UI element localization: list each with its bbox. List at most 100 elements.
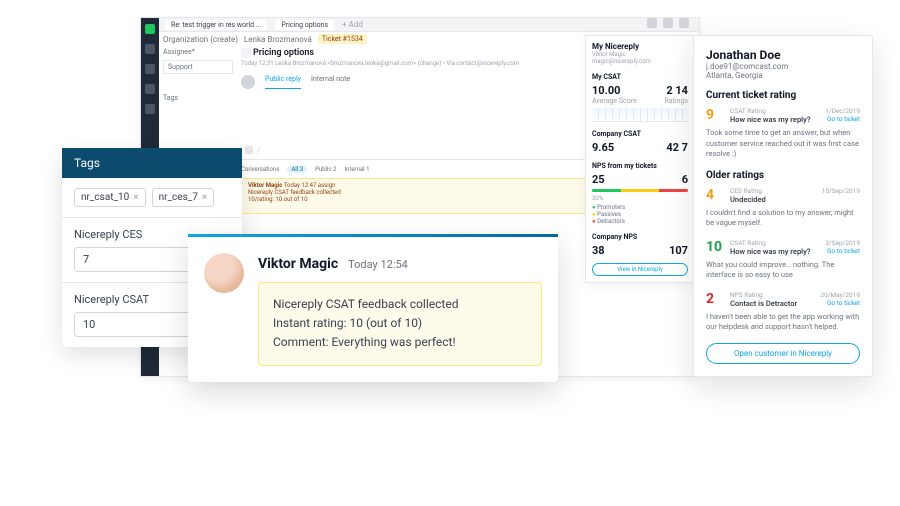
chip-label: nr_ces_7 (159, 192, 198, 203)
rating-comment: What you could improve… nothing. The int… (706, 260, 860, 281)
more-icon[interactable] (663, 18, 673, 28)
feedback-message: Nicereply CSAT feedback collected Instan… (258, 282, 542, 366)
ticket-left-column: Assignee* Support Tags (163, 48, 233, 102)
reports-icon[interactable] (145, 84, 155, 94)
rating-type: NPS Rating (730, 291, 814, 299)
search-icon[interactable] (647, 18, 657, 28)
rating-type: CSAT Rating (730, 239, 819, 247)
np-ratings-label: Ratings (664, 97, 688, 105)
np-csat-heading: My CSAT (592, 73, 688, 81)
go-to-ticket-link[interactable]: Go to ticket (827, 115, 860, 123)
left-tags-label: Tags (163, 94, 233, 102)
feed-author: Viktor Magic (248, 182, 282, 189)
rating-date: 2/Sep/2019 (825, 239, 860, 247)
my-nicereply-panel: My Nicereply Viktor Magic magic@nicerepl… (585, 35, 695, 283)
add-tab[interactable]: + Add (342, 20, 363, 29)
avatar (204, 253, 244, 293)
rating-row: 9 CSAT Rating How nice was my reply? 1/D… (706, 107, 860, 124)
open-customer-button[interactable]: Open customer in Nicereply (706, 343, 860, 364)
conv-internal[interactable]: Internal 1 (344, 166, 369, 173)
row-passives: ● Passives (592, 211, 688, 218)
users-icon[interactable] (145, 64, 155, 74)
np-avg-label: Average Score (592, 97, 637, 105)
tab-1[interactable]: Re: test trigger in res world ... (165, 20, 267, 30)
conversations-filter: Conversations All 3 Public 2 Internal 1 (241, 166, 370, 173)
np-nps-heading: NPS from my tickets (592, 162, 688, 170)
older-ratings-heading: Older ratings (706, 170, 860, 181)
close-icon[interactable]: × (133, 192, 138, 203)
tab-bar: Re: test trigger in res world ... Pricin… (159, 18, 699, 32)
np-email: magic@nicereply.com (592, 58, 688, 65)
np-nps-score: 25 (592, 173, 605, 186)
np-title: My Nicereply (592, 42, 688, 51)
feedback-line-1: Nicereply CSAT feedback collected (273, 295, 527, 314)
feed-time: Today 12:47 assign (284, 182, 336, 189)
slash-hint: / (257, 146, 260, 155)
feedback-line-2: Instant rating: 10 (out of 10) (273, 314, 527, 333)
customer-name: Jonathan Doe (706, 48, 860, 62)
rating-score: 2 (706, 291, 724, 307)
np-ccsat-heading: Company CSAT (592, 130, 688, 138)
nps-bar (592, 189, 688, 192)
conv-public[interactable]: Public 2 (315, 166, 336, 173)
tag-chip[interactable]: nr_csat_10 × (74, 188, 146, 207)
conv-label: Conversations (241, 166, 279, 173)
np-csat-score: 10.00 (592, 84, 620, 97)
breadcrumb: Organization (create) Lenka Brozmanová T… (163, 34, 367, 44)
np-ccsat-count: 42 7 (666, 141, 688, 154)
tab-internal-note[interactable]: Internal note (311, 75, 350, 89)
rating-comment: I couldn't find a solution to my answer,… (706, 208, 860, 229)
breadcrumb-user[interactable]: Lenka Brozmanová (244, 35, 312, 44)
home-icon[interactable] (145, 44, 155, 54)
tab-public-reply[interactable]: Public reply (265, 75, 301, 89)
chip-label: nr_csat_10 (81, 192, 129, 203)
close-icon[interactable]: × (202, 192, 207, 203)
logo-icon (145, 24, 155, 34)
ticket-badge[interactable]: Ticket #1534 (318, 34, 367, 44)
tags-heading: Tags (62, 148, 242, 178)
rating-comment: Took some time to get an answer, but whe… (706, 128, 860, 160)
np-cnps-heading: Company NPS (592, 233, 688, 241)
rating-question: Contact is Detractor (730, 299, 814, 308)
avatar-icon (241, 75, 255, 89)
conv-all[interactable]: All 3 (287, 166, 307, 173)
customer-panel: Jonathan Doe j.doe91@comcast.com Atlanta… (693, 35, 873, 377)
np-cnps-count: 107 (669, 244, 688, 257)
np-user: Viktor Magic (592, 51, 688, 58)
breadcrumb-org[interactable]: Organization (create) (163, 35, 238, 44)
attach-icon[interactable] (245, 146, 253, 154)
rating-date: 15/Sep/2019 (822, 187, 860, 195)
ticket-title: Pricing options (253, 48, 314, 58)
rating-question: How nice was my reply? (730, 115, 819, 124)
rating-type: CSAT Rating (730, 107, 819, 115)
rating-row: 10 CSAT Rating How nice was my reply? 2/… (706, 239, 860, 256)
comment-time: Today 12:54 (348, 258, 408, 271)
assignee-label: Assignee* (163, 48, 233, 56)
rating-score: 4 (706, 187, 724, 203)
customer-location: Atlanta, Georgia (706, 71, 860, 80)
rating-question: Undecided (730, 195, 816, 204)
feedback-line-3: Comment: Everything was perfect! (273, 333, 527, 352)
trash-icon[interactable] (679, 18, 689, 28)
rating-question: How nice was my reply? (730, 247, 819, 256)
rating-type: CES Rating (730, 187, 816, 195)
row-promoters: ● Promoters (592, 204, 688, 211)
view-in-nicereply-button[interactable]: View in Nicereply (592, 263, 688, 276)
rating-comment: I haven't been able to get the app worki… (706, 312, 860, 333)
go-to-ticket-link[interactable]: Go to ticket (827, 299, 860, 307)
go-to-ticket-link[interactable]: Go to ticket (827, 247, 860, 255)
sparkline-chart (592, 108, 688, 122)
rating-date: 20/May/2019 (820, 291, 860, 299)
np-nps-count: 6 (682, 173, 688, 186)
np-csat-count: 2 14 (666, 84, 688, 97)
comment-author: Viktor Magic (258, 256, 338, 272)
rating-row: 2 NPS Rating Contact is Detractor 20/May… (706, 291, 860, 308)
current-rating-heading: Current ticket rating (706, 90, 860, 101)
tag-chip[interactable]: nr_ces_7 × (152, 188, 215, 207)
assignee-select[interactable]: Support (163, 60, 233, 74)
settings-icon[interactable] (145, 104, 155, 114)
comment-popup: Viktor Magic Today 12:54 Nicereply CSAT … (188, 234, 558, 382)
rating-score: 9 (706, 107, 724, 123)
tab-2[interactable]: Pricing options (275, 20, 334, 30)
np-bar-label: 30% (592, 195, 688, 202)
